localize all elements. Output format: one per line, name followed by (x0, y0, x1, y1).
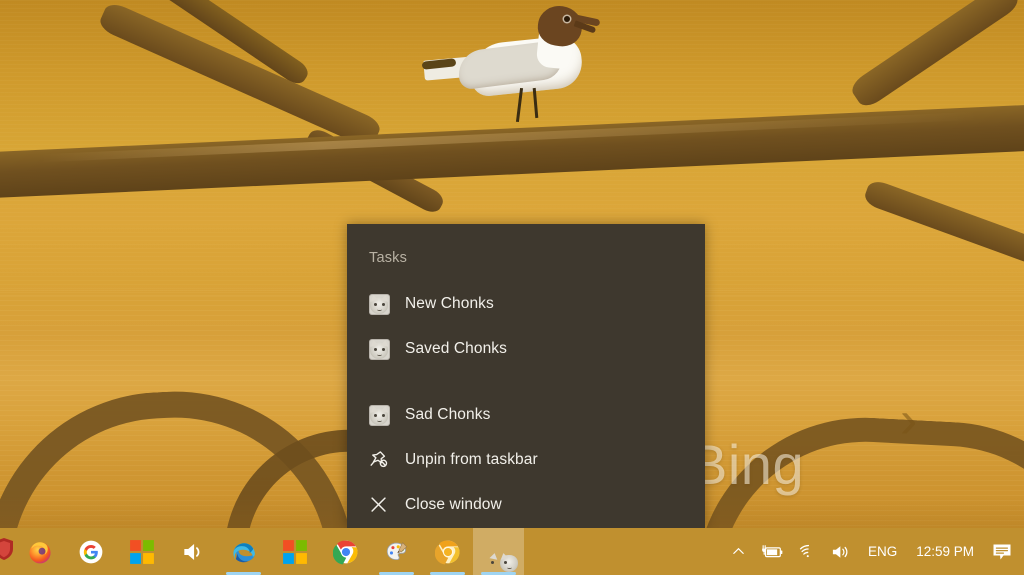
chrome-canary-icon (434, 539, 461, 565)
system-tray: ENG 12:59 PM (724, 528, 1024, 575)
tray-volume-button[interactable] (824, 528, 859, 575)
paint-palette-icon (384, 539, 410, 565)
taskbar: ENG 12:59 PM (0, 528, 1024, 575)
chevron-up-icon (733, 547, 744, 554)
taskbar-button-chrome-canary[interactable] (422, 528, 473, 575)
tray-action-center-button[interactable] (984, 528, 1020, 575)
tray-battery-button[interactable] (753, 528, 791, 575)
taskbar-button-chonks[interactable] (473, 528, 524, 575)
unpin-icon (367, 448, 391, 472)
jumplist-item-saved-chonks[interactable]: Saved Chonks (347, 329, 705, 369)
bird-eye (564, 16, 570, 22)
taskbar-button-microsoft-store[interactable] (116, 528, 167, 575)
taskbar-button-volume-app[interactable] (167, 528, 218, 575)
red-shield-icon (0, 537, 14, 566)
jumplist-item-sad-chonks[interactable]: Sad Chonks (347, 395, 705, 435)
speaker-icon (180, 539, 206, 565)
seagull-illustration (418, 2, 618, 132)
taskbar-button-microsoft-office[interactable] (269, 528, 320, 575)
cat-icon (367, 337, 391, 361)
microsoft-logo-icon (129, 539, 155, 565)
close-icon (367, 493, 391, 517)
speaker-icon (832, 545, 848, 558)
microsoft-logo-icon (282, 539, 308, 565)
jumplist-header-tasks: Tasks (369, 250, 408, 266)
taskbar-button-google-chrome[interactable] (320, 528, 371, 575)
jumplist-item-unpin-from-taskbar[interactable]: Unpin from taskbar (347, 440, 705, 480)
jumplist-item-new-chonks[interactable]: New Chonks (347, 284, 705, 324)
jumplist-item-label: Unpin from taskbar (405, 451, 538, 468)
bird-leg-back (532, 87, 539, 119)
jumplist-item-label: Saved Chonks (405, 340, 508, 357)
desktop-screen: Bing › Tasks New Chonks Saved Chonks Sad… (0, 0, 1024, 575)
tray-network-button[interactable] (791, 528, 824, 575)
jumplist-item-label: Sad Chonks (405, 406, 491, 423)
chrome-icon (332, 539, 359, 565)
taskbar-button-paint[interactable] (371, 528, 422, 575)
taskbar-jumplist-menu: Tasks New Chonks Saved Chonks Sad Chonks (347, 224, 705, 528)
google-icon (78, 539, 104, 565)
battery-charging-icon (762, 544, 783, 557)
tray-clock[interactable]: 12:59 PM (906, 528, 984, 575)
cat-icon (367, 403, 391, 427)
wifi-icon (799, 544, 810, 558)
next-wallpaper-chevron-icon[interactable]: › (900, 394, 942, 450)
taskbar-button-microsoft-edge[interactable] (218, 528, 269, 575)
edge-icon (231, 539, 257, 565)
jumplist-item-close-window[interactable]: Close window (347, 485, 705, 525)
tray-language-button[interactable]: ENG (859, 528, 906, 575)
jumplist-item-label: Close window (405, 496, 502, 513)
jumplist-item-label: New Chonks (405, 295, 494, 312)
taskbar-button-clipped-red-app[interactable] (0, 528, 14, 575)
taskbar-button-firefox[interactable] (14, 528, 65, 575)
bing-watermark: Bing (690, 433, 805, 496)
cat-icon (367, 292, 391, 316)
tray-show-hidden-icons-button[interactable] (724, 528, 753, 575)
notification-bubble-icon (993, 544, 1011, 559)
taskbar-pinned-apps (0, 528, 524, 575)
firefox-icon (27, 539, 53, 565)
taskbar-button-google[interactable] (65, 528, 116, 575)
